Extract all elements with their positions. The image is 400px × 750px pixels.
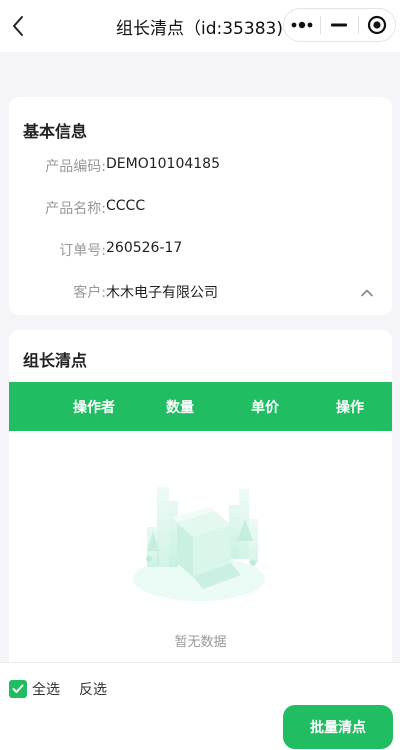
- basic-info-card: 基本信息 产品编码: DEMO10104185 产品名称: CCCC 订单号: …: [9, 97, 392, 315]
- info-label: 产品编码:: [45, 159, 106, 175]
- minimize-icon: [331, 23, 348, 27]
- checkbox-checked-icon: [9, 680, 27, 698]
- empty-text: 暂无数据: [174, 635, 227, 650]
- column-header-quantity: 数量: [166, 400, 194, 416]
- info-row-product-name: 产品名称: CCCC: [9, 198, 392, 220]
- minimize-button[interactable]: [321, 9, 357, 41]
- info-row-order-number: 订单号: 260526-17: [9, 240, 392, 262]
- column-header-operator: 操作者: [73, 400, 115, 416]
- more-dots-icon: [291, 21, 313, 29]
- back-button[interactable]: [4, 12, 32, 40]
- select-all-checkbox[interactable]: 全选: [9, 679, 60, 699]
- target-circle-icon: [367, 15, 386, 35]
- mini-program-capsule: [283, 8, 396, 42]
- count-card: 组长清点 操作者 数量 单价 操作 暂无数据: [9, 330, 392, 662]
- info-label: 订单号:: [59, 243, 106, 259]
- page-title: 组长清点（id:35383): [116, 19, 283, 39]
- info-value: 木木电子有限公司: [106, 285, 218, 301]
- chevron-up-icon: [361, 289, 373, 296]
- info-label: 客户:: [73, 285, 106, 301]
- bottom-action-bar: 全选 反选 批量清点: [0, 662, 400, 750]
- basic-info-title: 基本信息: [23, 122, 88, 141]
- chevron-left-icon: [13, 16, 23, 36]
- more-button[interactable]: [284, 9, 320, 41]
- empty-state: 暂无数据: [9, 431, 392, 662]
- column-header-action: 操作: [336, 400, 364, 416]
- invert-selection-button[interactable]: 反选: [79, 679, 107, 699]
- info-row-product-code: 产品编码: DEMO10104185: [9, 156, 392, 178]
- table-header: 操作者 数量 单价 操作: [9, 382, 392, 431]
- info-label: 产品名称:: [45, 201, 106, 217]
- empty-box-illustration: [133, 487, 265, 601]
- count-section-title: 组长清点: [23, 351, 88, 370]
- page: 组长清点（id:35383) 基本信息 产品编码: DEMO10104185 产…: [0, 0, 400, 750]
- column-header-unit-price: 单价: [251, 400, 279, 416]
- info-value: CCCC: [106, 198, 146, 214]
- close-button[interactable]: [359, 9, 395, 41]
- select-all-label: 全选: [32, 682, 60, 698]
- nav-bar: 组长清点（id:35383): [0, 0, 400, 52]
- info-value: 260526-17: [106, 240, 183, 256]
- info-value: DEMO10104185: [106, 156, 220, 172]
- batch-count-button[interactable]: 批量清点: [283, 705, 393, 749]
- checkmark-icon: [12, 684, 24, 693]
- info-row-customer: 客户: 木木电子有限公司: [9, 282, 392, 304]
- collapse-button[interactable]: [356, 283, 378, 301]
